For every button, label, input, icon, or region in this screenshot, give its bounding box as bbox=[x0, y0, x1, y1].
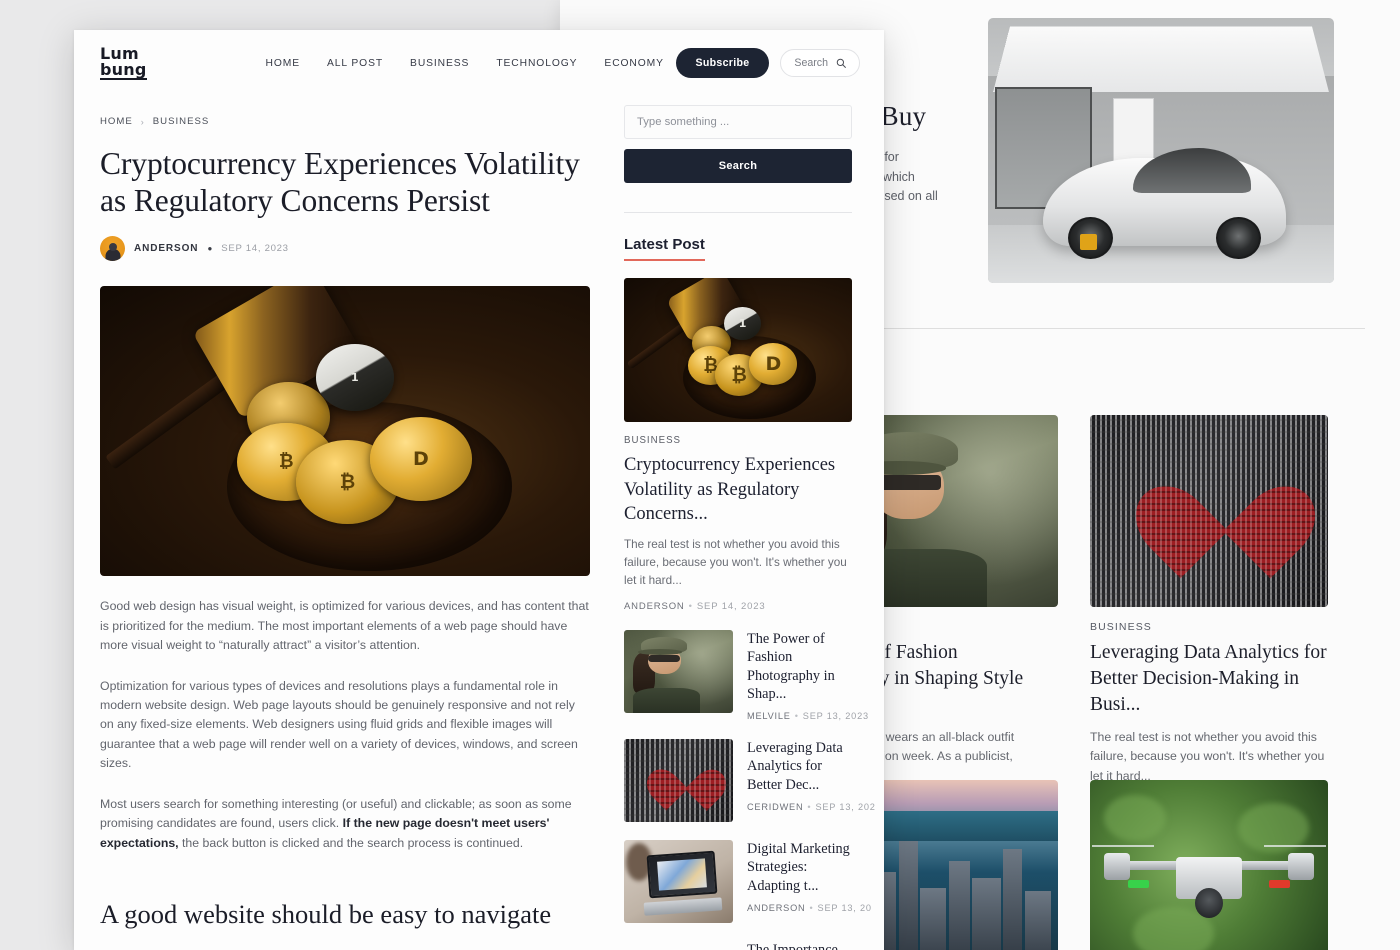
author-avatar bbox=[100, 236, 125, 262]
list-item[interactable]: Digital Marketing Strategies: Adapting t… bbox=[624, 839, 871, 923]
page-content: HOME › BUSINESS Cryptocurrency Experienc… bbox=[74, 96, 884, 950]
site-logo[interactable]: Lum bung bbox=[100, 46, 147, 80]
sidebar: Search Latest Post 1 ₿₿D BUSINESS Crypto… bbox=[624, 96, 875, 950]
list-item-image bbox=[624, 839, 733, 923]
background-card-excerpt: The real test is not whether you avoid t… bbox=[1090, 729, 1325, 783]
background-card-category: BUSINESS bbox=[1090, 621, 1152, 633]
list-item-image bbox=[624, 738, 733, 822]
meta-dot-icon: • bbox=[809, 902, 814, 913]
article-subheading: A good website should be easy to navigat… bbox=[100, 898, 552, 929]
fashion-photo bbox=[624, 629, 733, 713]
search-icon bbox=[836, 58, 846, 68]
list-item-author: CERIDWEN bbox=[747, 801, 804, 812]
list-item-title[interactable]: Digital Marketing Strategies: Adapting t… bbox=[747, 840, 852, 896]
list-item[interactable]: The Power of Fashion Photography in Shap… bbox=[624, 629, 868, 721]
list-item[interactable]: Leveraging Data Analytics for Better Dec… bbox=[624, 738, 875, 822]
list-item-date: SEP 13, 2023 bbox=[802, 710, 869, 721]
featured-post-date: SEP 14, 2023 bbox=[696, 600, 766, 612]
nav-item-economy[interactable]: ECONOMY bbox=[604, 58, 664, 69]
header-search-label: Search bbox=[794, 57, 828, 69]
featured-post-excerpt: The real test is not whether you avoid t… bbox=[624, 537, 847, 588]
featured-post-image: 1 ₿ ₿ D bbox=[624, 278, 852, 422]
screen: n Buy non for y in which mposed on all bbox=[0, 0, 1400, 950]
list-item-meta: MELVILE • SEP 13, 2023 bbox=[747, 710, 868, 721]
list-item-meta: ANDERSON • SEP 13, 20 bbox=[747, 902, 871, 913]
list-item-image bbox=[624, 941, 733, 950]
main-navigation: HOME ALL POST BUSINESS TECHNOLOGY ECONOM… bbox=[266, 58, 743, 69]
article-paragraph-3: Most users search for something interest… bbox=[100, 795, 590, 853]
header-search-button[interactable]: Search bbox=[780, 49, 860, 77]
article-paragraph-2: Optimization for various types of device… bbox=[100, 678, 578, 771]
logo-line-2: bung bbox=[100, 60, 147, 80]
article-author[interactable]: ANDERSON bbox=[134, 243, 198, 254]
gavel-crypto-coins-photo: 1 ₿ ₿ D bbox=[624, 278, 852, 422]
background-hero-image-car bbox=[988, 18, 1334, 283]
breadcrumb-current: BUSINESS bbox=[152, 116, 210, 127]
subscribe-button[interactable]: Subscribe bbox=[675, 48, 770, 78]
breadcrumb-separator-icon: › bbox=[140, 116, 145, 127]
featured-post-meta: ANDERSON • SEP 14, 2023 bbox=[624, 601, 852, 612]
list-item-date: SEP 13, 20 bbox=[817, 902, 872, 913]
background-card-row-1: N Power of Fashion tography in Shaping S… bbox=[820, 415, 1380, 807]
background-card[interactable]: BUSINESS Leveraging Data Analytics for B… bbox=[1090, 415, 1328, 807]
list-item-title[interactable]: The Importance of Corporate Social Respo… bbox=[747, 941, 852, 950]
background-card-image-drone[interactable] bbox=[1090, 780, 1328, 950]
nav-item-all-post[interactable]: ALL POST bbox=[327, 58, 383, 69]
breadcrumb: HOME › BUSINESS bbox=[100, 116, 590, 127]
binary-heart-photo bbox=[1090, 415, 1328, 607]
article-column: HOME › BUSINESS Cryptocurrency Experienc… bbox=[100, 96, 590, 950]
featured-post-author: ANDERSON bbox=[624, 600, 685, 612]
drone-photo bbox=[1090, 780, 1328, 950]
article-browser-window: Lum bung HOME ALL POST BUSINESS TECHNOLO… bbox=[74, 30, 884, 950]
background-card-image-binary bbox=[1090, 415, 1328, 607]
article-byline: ANDERSON ● SEP 14, 2023 bbox=[100, 236, 590, 262]
meta-dot-icon: • bbox=[794, 710, 799, 721]
list-item-title[interactable]: The Power of Fashion Photography in Shap… bbox=[747, 630, 852, 704]
breadcrumb-home[interactable]: HOME bbox=[100, 116, 133, 127]
article-hero-image: 1 ₿ ₿ D bbox=[100, 286, 590, 577]
site-header: Lum bung HOME ALL POST BUSINESS TECHNOLO… bbox=[74, 30, 884, 96]
laptop-marketing-photo bbox=[624, 839, 733, 923]
background-card-row-2 bbox=[820, 780, 1380, 950]
article-title: Cryptocurrency Experiences Volatility as… bbox=[100, 146, 580, 219]
list-item-meta: CERIDWEN • SEP 13, 202 bbox=[747, 801, 875, 812]
binary-heart-photo bbox=[624, 738, 733, 822]
car-showroom-photo bbox=[988, 18, 1334, 283]
list-item-author: MELVILE bbox=[747, 710, 791, 721]
list-item-image bbox=[624, 629, 733, 713]
featured-post-category: BUSINESS bbox=[624, 435, 681, 446]
meta-dot-icon: • bbox=[807, 801, 812, 812]
sidebar-featured-post[interactable]: 1 ₿ ₿ D BUSINESS Cryptocurrency Experience… bbox=[624, 278, 852, 612]
background-card-title[interactable]: Leveraging Data Analytics for Better Dec… bbox=[1090, 640, 1328, 718]
header-actions: Subscribe Search bbox=[675, 48, 860, 78]
latest-post-heading: Latest Post bbox=[624, 236, 705, 261]
gavel-crypto-coins-photo: 1 ₿ ₿ D bbox=[100, 286, 590, 577]
nav-item-technology[interactable]: TECHNOLOGY bbox=[496, 58, 577, 69]
list-item[interactable]: The Importance of Corporate Social Respo… bbox=[624, 941, 852, 950]
list-item-author: ANDERSON bbox=[747, 902, 806, 913]
paragraph-3-tail: the back button is clicked and the searc… bbox=[178, 835, 524, 850]
nav-item-home[interactable]: HOME bbox=[266, 58, 301, 69]
meta-dot-icon: • bbox=[688, 600, 693, 612]
meta-dot-icon: ● bbox=[207, 244, 213, 254]
article-paragraph-1: Good web design has visual weight, is op… bbox=[100, 599, 589, 653]
sidebar-search-button[interactable]: Search bbox=[624, 149, 852, 183]
sidebar-search-input[interactable] bbox=[624, 105, 852, 139]
featured-post-title[interactable]: Cryptocurrency Experiences Volatility as… bbox=[624, 453, 852, 527]
nav-item-business[interactable]: BUSINESS bbox=[410, 58, 469, 69]
list-item-title[interactable]: Leveraging Data Analytics for Better Dec… bbox=[747, 739, 852, 795]
list-item-date: SEP 13, 202 bbox=[815, 801, 876, 812]
article-date: SEP 14, 2023 bbox=[221, 243, 289, 255]
